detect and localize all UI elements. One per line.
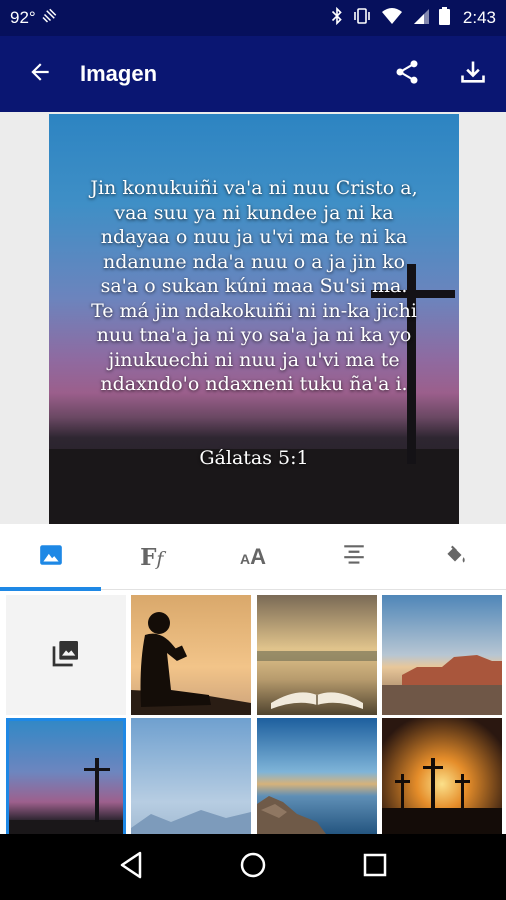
photo-library-icon <box>50 637 82 674</box>
battery-percent: 92° <box>10 8 36 27</box>
paint-bucket-icon <box>441 542 469 573</box>
tab-color[interactable] <box>405 524 506 590</box>
thumbnail-three-crosses[interactable] <box>382 718 502 834</box>
thumbnail-misty-mountains[interactable] <box>131 718 251 834</box>
tab-image[interactable] <box>0 524 102 591</box>
nav-home-button[interactable] <box>223 837 283 897</box>
system-nav-bar <box>0 834 506 900</box>
satellite-icon <box>40 7 58 30</box>
app-bar: Imagen <box>0 36 506 112</box>
download-icon <box>459 58 487 91</box>
image-icon <box>38 542 64 573</box>
align-center-icon <box>340 542 368 573</box>
arrow-back-icon <box>27 59 53 90</box>
bluetooth-icon <box>331 6 343 30</box>
text-size-icon: AA <box>239 544 266 569</box>
nav-recents-icon <box>363 853 387 882</box>
back-button[interactable] <box>0 36 80 112</box>
thumbnail-person-reading[interactable] <box>131 595 251 715</box>
editor-tabs: Ff AA <box>0 524 506 591</box>
download-button[interactable] <box>440 36 506 112</box>
battery-icon <box>438 6 450 30</box>
font-family-icon: Ff <box>140 543 164 571</box>
signal-icon <box>412 7 430 30</box>
thumbnail-desert-mesa[interactable] <box>382 595 502 715</box>
background-gallery <box>0 591 506 834</box>
thumbnail-rocky-coast[interactable] <box>257 718 377 834</box>
vibrate-icon <box>352 7 372 30</box>
page-title: Imagen <box>80 61 158 86</box>
tab-font-size[interactable]: AA <box>202 524 303 590</box>
nav-recents-button[interactable] <box>345 837 405 897</box>
verse-reference: Gálatas 5:1 <box>199 447 309 469</box>
tab-align[interactable] <box>304 524 405 590</box>
thumbnail-cross-dusk[interactable] <box>6 718 126 834</box>
status-bar: 92° 2:43 <box>0 0 506 36</box>
share-icon <box>393 58 421 91</box>
nav-home-icon <box>239 851 267 884</box>
nav-back-button[interactable] <box>101 837 161 897</box>
share-button[interactable] <box>374 36 440 112</box>
tab-font[interactable]: Ff <box>101 524 202 590</box>
preview-area: Jin konukuiñi va'a ni nuu Cristo a, vaa … <box>0 112 506 524</box>
pick-from-device-button[interactable] <box>6 595 126 715</box>
nav-back-icon <box>118 851 144 884</box>
verse-image-preview[interactable]: Jin konukuiñi va'a ni nuu Cristo a, vaa … <box>49 114 459 524</box>
wifi-icon <box>381 7 403 30</box>
verse-text: Jin konukuiñi va'a ni nuu Cristo a, vaa … <box>90 177 418 395</box>
thumbnail-open-bible[interactable] <box>257 595 377 715</box>
clock: 2:43 <box>462 8 496 27</box>
